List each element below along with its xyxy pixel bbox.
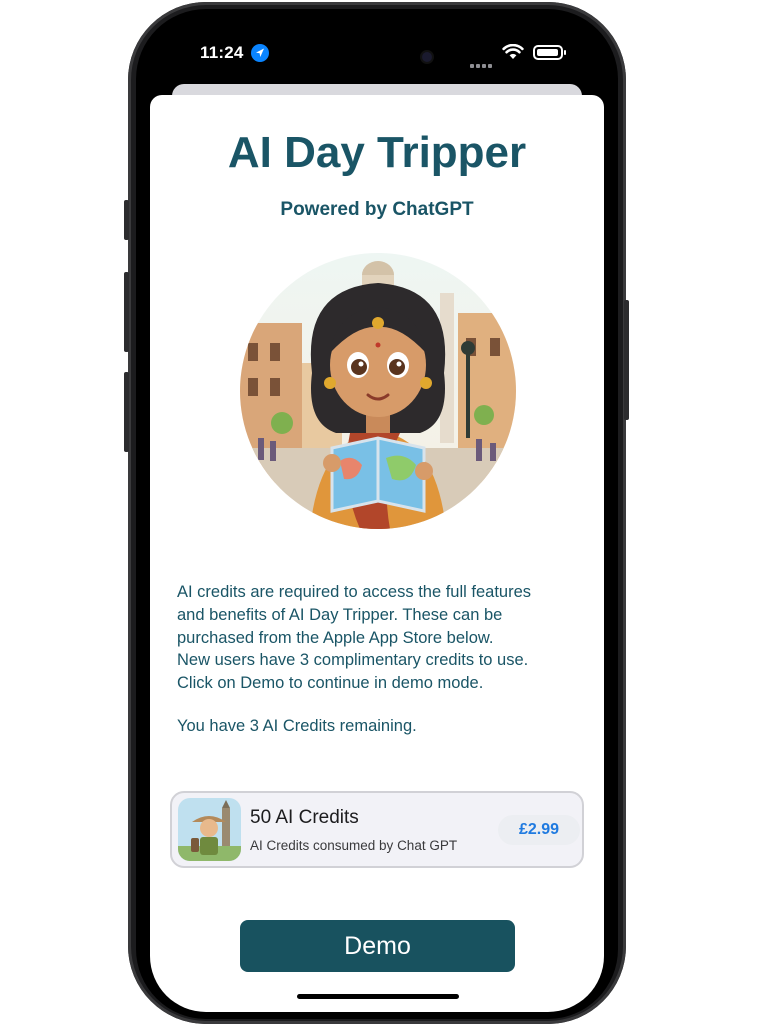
location-arrow-icon bbox=[251, 44, 269, 62]
info-line: AI credits are required to access the fu… bbox=[177, 583, 532, 601]
battery-icon bbox=[533, 45, 566, 60]
home-indicator[interactable] bbox=[297, 994, 459, 999]
paywall-sheet: AI Day Tripper Powered by ChatGPT AI cre… bbox=[150, 95, 604, 1012]
demo-button[interactable]: Demo bbox=[240, 920, 515, 972]
front-camera bbox=[422, 52, 432, 62]
product-card-50-credits[interactable]: 50 AI Credits AI Credits consumed by Cha… bbox=[170, 791, 584, 868]
signal-icon bbox=[470, 55, 494, 73]
app-title: AI Day Tripper bbox=[227, 128, 527, 177]
status-bar: 11:24 bbox=[150, 22, 604, 82]
credits-info-text: AI credits are required to access the fu… bbox=[177, 581, 587, 695]
info-line: and benefits of AI Day Tripper. These ca… bbox=[177, 605, 503, 624]
buy-price-button[interactable]: £2.99 bbox=[498, 815, 580, 845]
info-line: purchased from the Apple App Store below… bbox=[177, 628, 494, 647]
credits-remaining-text: You have 3 AI Credits remaining. bbox=[177, 717, 417, 735]
volume-up-button bbox=[124, 272, 129, 352]
power-button bbox=[624, 300, 629, 420]
action-button bbox=[124, 200, 129, 240]
product-name: 50 AI Credits bbox=[250, 807, 359, 828]
product-description: AI Credits consumed by Chat GPT bbox=[250, 838, 458, 853]
status-time: 11:24 bbox=[200, 43, 244, 62]
info-line: Click on Demo to continue in demo mode. bbox=[177, 674, 484, 693]
explorer-thumbnail bbox=[178, 798, 241, 861]
wifi-icon bbox=[502, 43, 524, 65]
traveller-illustration bbox=[240, 253, 516, 529]
volume-down-button bbox=[124, 372, 129, 452]
info-line: New users have 3 complimentary credits t… bbox=[177, 651, 529, 670]
app-subtitle: Powered by ChatGPT bbox=[280, 199, 474, 220]
screen: 11:24 AI Day Tripper Powered by ChatGPT bbox=[150, 22, 604, 1012]
